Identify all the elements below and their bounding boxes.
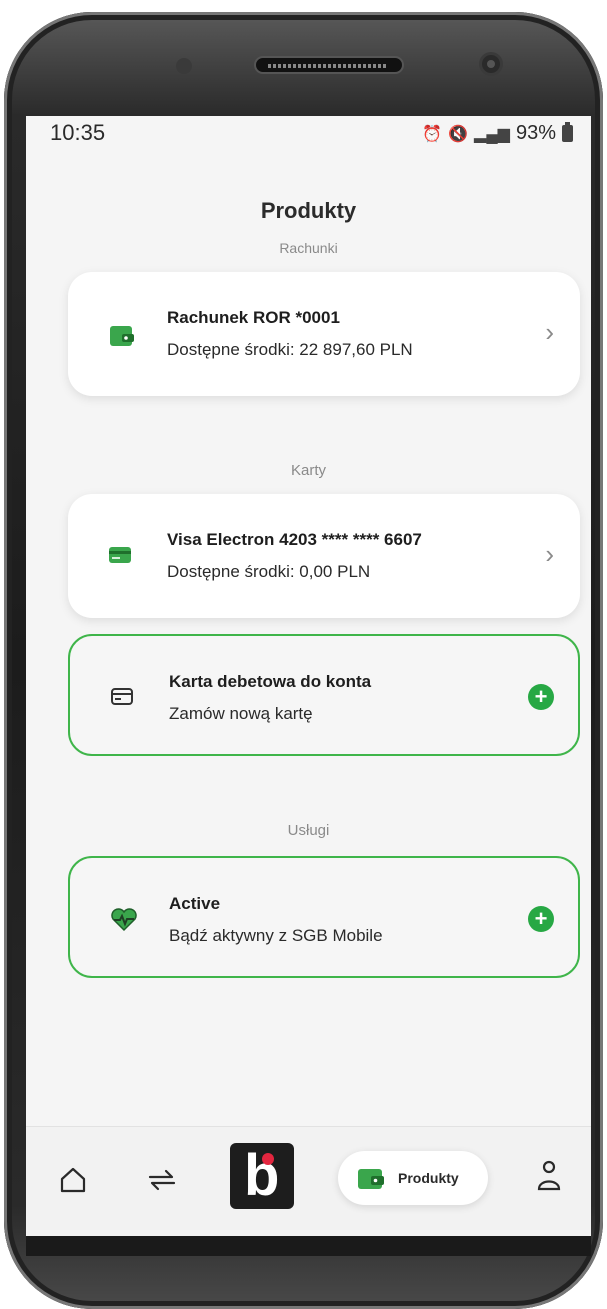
transfer-icon[interactable] — [144, 1165, 180, 1200]
page-title: Produkty — [260, 198, 357, 223]
home-icon[interactable] — [58, 1165, 88, 1200]
logo-letter: b — [244, 1143, 280, 1208]
mute-icon: 🔇 — [448, 125, 469, 143]
account-title: Rachunek ROR *0001 — [167, 308, 340, 327]
battery-percent: 93% — [515, 122, 556, 144]
bottom-navigation: b Produkty — [26, 1126, 591, 1236]
credit-card-icon — [110, 686, 136, 713]
section-label-services: Usługi — [287, 822, 330, 839]
add-icon[interactable]: + — [528, 906, 554, 932]
profile-icon[interactable] — [536, 1159, 562, 1198]
add-card-subtitle: Zamów nową kartę — [169, 704, 313, 723]
logo-dot — [262, 1153, 274, 1165]
nav-products[interactable]: Produkty — [338, 1151, 488, 1205]
credit-card-icon — [108, 544, 134, 571]
section-label-cards: Karty — [290, 462, 326, 479]
top-bezel — [24, 12, 589, 116]
section-label-accounts: Rachunki — [279, 240, 338, 256]
status-bar: 10:35 ⏰ 🔇 ▂▄▆ 93% — [26, 116, 591, 156]
nav-products-label: Produkty — [398, 1170, 459, 1186]
sensor-icon — [176, 58, 192, 74]
active-service[interactable]: Active Bądź aktywny z SGB Mobile + — [68, 856, 580, 978]
chevron-right-icon: › — [545, 317, 554, 347]
service-title: Active — [169, 894, 221, 913]
account-balance: Dostępne środki: 22 897,60 PLN — [167, 340, 413, 359]
status-time: 10:35 — [50, 120, 106, 145]
speaker-grille — [254, 56, 404, 74]
bank-logo-button[interactable]: b — [230, 1143, 294, 1209]
lte-signal-icon: ▂▄▆ — [474, 125, 510, 143]
heart-pulse-icon — [110, 908, 138, 937]
service-subtitle: Bądź aktywny z SGB Mobile — [169, 926, 383, 945]
phone-frame: 10:35 ⏰ 🔇 ▂▄▆ 93% Produkty Rachunki Rach… — [4, 12, 603, 1309]
order-debit-card[interactable]: Karta debetowa do konta Zamów nową kartę… — [68, 634, 580, 756]
payment-card[interactable]: Visa Electron 4203 **** **** 6607 Dostęp… — [68, 494, 580, 618]
app-screen: 10:35 ⏰ 🔇 ▂▄▆ 93% Produkty Rachunki Rach… — [26, 116, 591, 1236]
add-icon[interactable]: + — [528, 684, 554, 710]
card-title: Visa Electron 4203 **** **** 6607 — [167, 530, 422, 549]
card-balance: Dostępne środki: 0,00 PLN — [167, 562, 371, 581]
status-indicators: ⏰ 🔇 ▂▄▆ 93% — [422, 122, 573, 145]
add-card-title: Karta debetowa do konta — [169, 672, 372, 691]
front-camera-icon — [479, 52, 503, 76]
alarm-icon: ⏰ — [422, 125, 443, 143]
account-card[interactable]: Rachunek ROR *0001 Dostępne środki: 22 8… — [68, 272, 580, 396]
battery-icon — [562, 122, 573, 142]
wallet-icon — [356, 1165, 386, 1196]
chevron-right-icon: › — [545, 539, 554, 569]
bottom-bezel — [26, 1236, 591, 1256]
wallet-icon — [108, 322, 136, 353]
